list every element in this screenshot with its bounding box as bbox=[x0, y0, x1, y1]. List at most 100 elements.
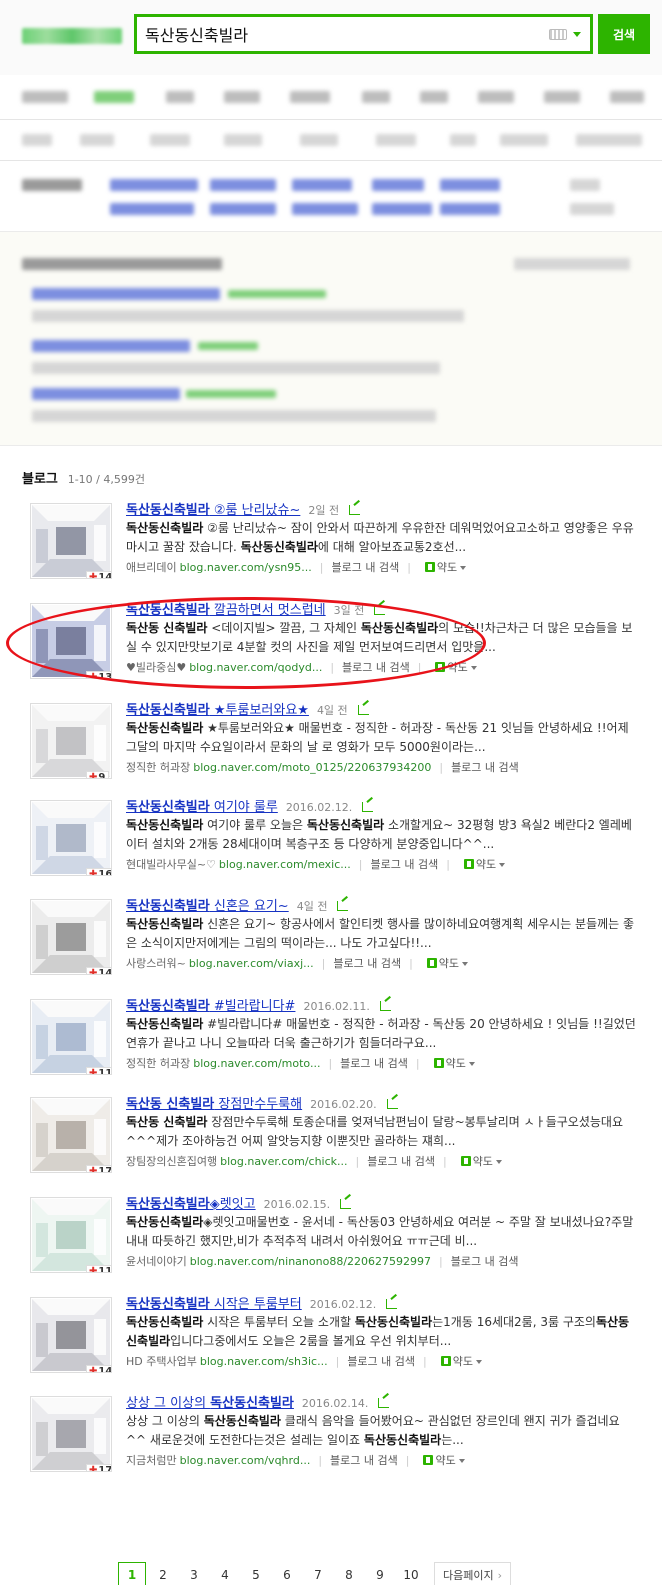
thumbnail-image[interactable]: ✚13 bbox=[30, 603, 112, 679]
blog-author[interactable]: 사랑스러워~ bbox=[126, 957, 186, 970]
map-link[interactable]: 약도 bbox=[463, 858, 506, 871]
thumbnail-image[interactable]: ✚14 bbox=[30, 503, 112, 579]
result-title-link[interactable]: 독산동신축빌라 신혼은 요기~ bbox=[126, 899, 289, 914]
option-blurred[interactable] bbox=[22, 134, 52, 146]
tab-blurred[interactable] bbox=[478, 91, 514, 103]
related-more-blurred[interactable] bbox=[570, 179, 600, 191]
page-link[interactable]: 6 bbox=[273, 1562, 301, 1585]
blog-url[interactable]: blog.naver.com/mexic... bbox=[219, 858, 351, 871]
blog-url[interactable]: blog.naver.com/qodyd... bbox=[189, 661, 322, 674]
page-link[interactable]: 9 bbox=[366, 1562, 394, 1585]
blog-url[interactable]: blog.naver.com/chick... bbox=[220, 1155, 347, 1168]
blog-inner-search-link[interactable]: 블로그 내 검색 bbox=[330, 1454, 398, 1467]
page-link[interactable]: 2 bbox=[149, 1562, 177, 1585]
result-title-link[interactable]: 상상 그 이상의 독산동신축빌라 bbox=[126, 1396, 294, 1411]
related-link-blurred[interactable] bbox=[440, 179, 500, 191]
blog-url[interactable]: blog.naver.com/viaxj... bbox=[189, 957, 314, 970]
share-icon[interactable] bbox=[340, 1199, 352, 1209]
related-more-blurred[interactable] bbox=[570, 203, 614, 215]
thumbnail-image[interactable]: ✚14 bbox=[30, 899, 112, 975]
ad-link-blurred[interactable] bbox=[32, 340, 190, 352]
page-link[interactable]: 7 bbox=[304, 1562, 332, 1585]
map-link[interactable]: 약도 bbox=[426, 957, 469, 970]
share-icon[interactable] bbox=[378, 1398, 390, 1408]
blog-url[interactable]: blog.naver.com/moto_0125/220637934200 bbox=[193, 761, 431, 774]
tab-blurred[interactable] bbox=[290, 91, 330, 103]
blog-author[interactable]: 윤서네이야기 bbox=[126, 1255, 187, 1268]
share-icon[interactable] bbox=[379, 1001, 391, 1011]
naver-logo[interactable] bbox=[22, 28, 122, 44]
blog-inner-search-link[interactable]: 블로그 내 검색 bbox=[347, 1355, 415, 1368]
blog-author[interactable]: 장팀장의신혼집여행 bbox=[126, 1155, 217, 1168]
blog-author[interactable]: 애브리데이 bbox=[126, 561, 177, 574]
related-link-blurred[interactable] bbox=[292, 203, 358, 215]
map-link[interactable]: 약도 bbox=[423, 1454, 465, 1467]
thumbnail-image[interactable]: ✚11 bbox=[30, 999, 112, 1075]
thumbnail-image[interactable]: ✚14 bbox=[30, 1297, 112, 1373]
blog-inner-search-link[interactable]: 블로그 내 검색 bbox=[340, 1057, 408, 1070]
map-link[interactable]: 약도 bbox=[460, 1155, 502, 1168]
ad-link-blurred[interactable] bbox=[32, 288, 220, 300]
tab-blurred[interactable] bbox=[22, 91, 68, 103]
page-link[interactable]: 5 bbox=[242, 1562, 270, 1585]
option-blurred[interactable] bbox=[500, 134, 548, 146]
blog-author[interactable]: 정직한 허과장 bbox=[126, 1057, 190, 1070]
share-icon[interactable] bbox=[386, 1099, 398, 1109]
blog-inner-search-link[interactable]: 블로그 내 검색 bbox=[367, 1155, 435, 1168]
blog-author[interactable]: ♥빌라중심♥ bbox=[126, 661, 186, 674]
result-title-link[interactable]: 독산동신축빌라◈렛잇고 bbox=[126, 1197, 256, 1212]
related-link-blurred[interactable] bbox=[110, 179, 198, 191]
map-link[interactable]: 약도 bbox=[433, 1057, 475, 1070]
related-link-blurred[interactable] bbox=[110, 203, 194, 215]
map-link[interactable]: 약도 bbox=[440, 1355, 482, 1368]
result-title-link[interactable]: 독산동신축빌라 ②룸 난리났슈~ bbox=[126, 503, 300, 518]
option-blurred[interactable] bbox=[376, 134, 416, 146]
tab-blurred[interactable] bbox=[224, 91, 260, 103]
thumbnail-image[interactable]: ✚17 bbox=[30, 1097, 112, 1173]
option-blurred[interactable] bbox=[150, 134, 190, 146]
ad-info-blurred[interactable] bbox=[514, 258, 630, 270]
result-title-link[interactable]: 독산동신축빌라 깔끔하면서 멋스럽네 bbox=[126, 603, 326, 618]
option-blurred[interactable] bbox=[576, 134, 642, 146]
blog-url[interactable]: blog.naver.com/ysn95... bbox=[180, 561, 312, 574]
blog-author[interactable]: HD 주택사업부 bbox=[126, 1355, 197, 1368]
share-icon[interactable] bbox=[362, 802, 374, 812]
related-link-blurred[interactable] bbox=[292, 179, 352, 191]
page-link[interactable]: 10 bbox=[397, 1562, 425, 1585]
page-link[interactable]: 4 bbox=[211, 1562, 239, 1585]
thumbnail-image[interactable]: ✚17 bbox=[30, 1396, 112, 1472]
blog-inner-search-link[interactable]: 블로그 내 검색 bbox=[451, 1255, 519, 1268]
result-title-link[interactable]: 독산동신축빌라 ★투룸보러와요★ bbox=[126, 703, 309, 718]
tab-blurred[interactable] bbox=[362, 91, 390, 103]
search-button[interactable]: 검색 bbox=[598, 14, 650, 54]
tab-blurred[interactable] bbox=[610, 91, 644, 103]
option-blurred[interactable] bbox=[80, 134, 114, 146]
map-link[interactable]: 약도 bbox=[424, 561, 467, 574]
result-title-link[interactable]: 독산동 신축빌라 장점만수두룩해 bbox=[126, 1097, 302, 1112]
thumbnail-image[interactable]: ✚11 bbox=[30, 1197, 112, 1273]
option-blurred[interactable] bbox=[300, 134, 338, 146]
tab-blurred[interactable] bbox=[420, 91, 448, 103]
page-link[interactable]: 3 bbox=[180, 1562, 208, 1585]
thumbnail-image[interactable]: ✚9 bbox=[30, 703, 112, 779]
result-title-link[interactable]: 독산동신축빌라 #빌라랍니다# bbox=[126, 999, 295, 1014]
tab-blurred[interactable] bbox=[544, 91, 580, 103]
share-icon[interactable] bbox=[337, 901, 349, 911]
chevron-down-icon[interactable] bbox=[573, 32, 581, 37]
blog-inner-search-link[interactable]: 블로그 내 검색 bbox=[331, 561, 399, 574]
share-icon[interactable] bbox=[374, 605, 386, 615]
related-link-blurred[interactable] bbox=[372, 179, 424, 191]
blog-url[interactable]: blog.naver.com/vqhrd... bbox=[180, 1454, 311, 1467]
next-page-button[interactable]: 다음페이지 › bbox=[434, 1562, 512, 1585]
tab-blurred[interactable] bbox=[166, 91, 194, 103]
page-link[interactable]: 1 bbox=[118, 1562, 146, 1585]
blog-inner-search-link[interactable]: 블로그 내 검색 bbox=[370, 858, 438, 871]
blog-url[interactable]: blog.naver.com/sh3ic... bbox=[200, 1355, 328, 1368]
blog-inner-search-link[interactable]: 블로그 내 검색 bbox=[451, 761, 519, 774]
related-link-blurred[interactable] bbox=[210, 179, 276, 191]
share-icon[interactable] bbox=[349, 505, 361, 515]
tab-blurred[interactable] bbox=[94, 91, 134, 103]
share-icon[interactable] bbox=[386, 1299, 398, 1309]
related-link-blurred[interactable] bbox=[440, 203, 500, 215]
share-icon[interactable] bbox=[357, 705, 369, 715]
